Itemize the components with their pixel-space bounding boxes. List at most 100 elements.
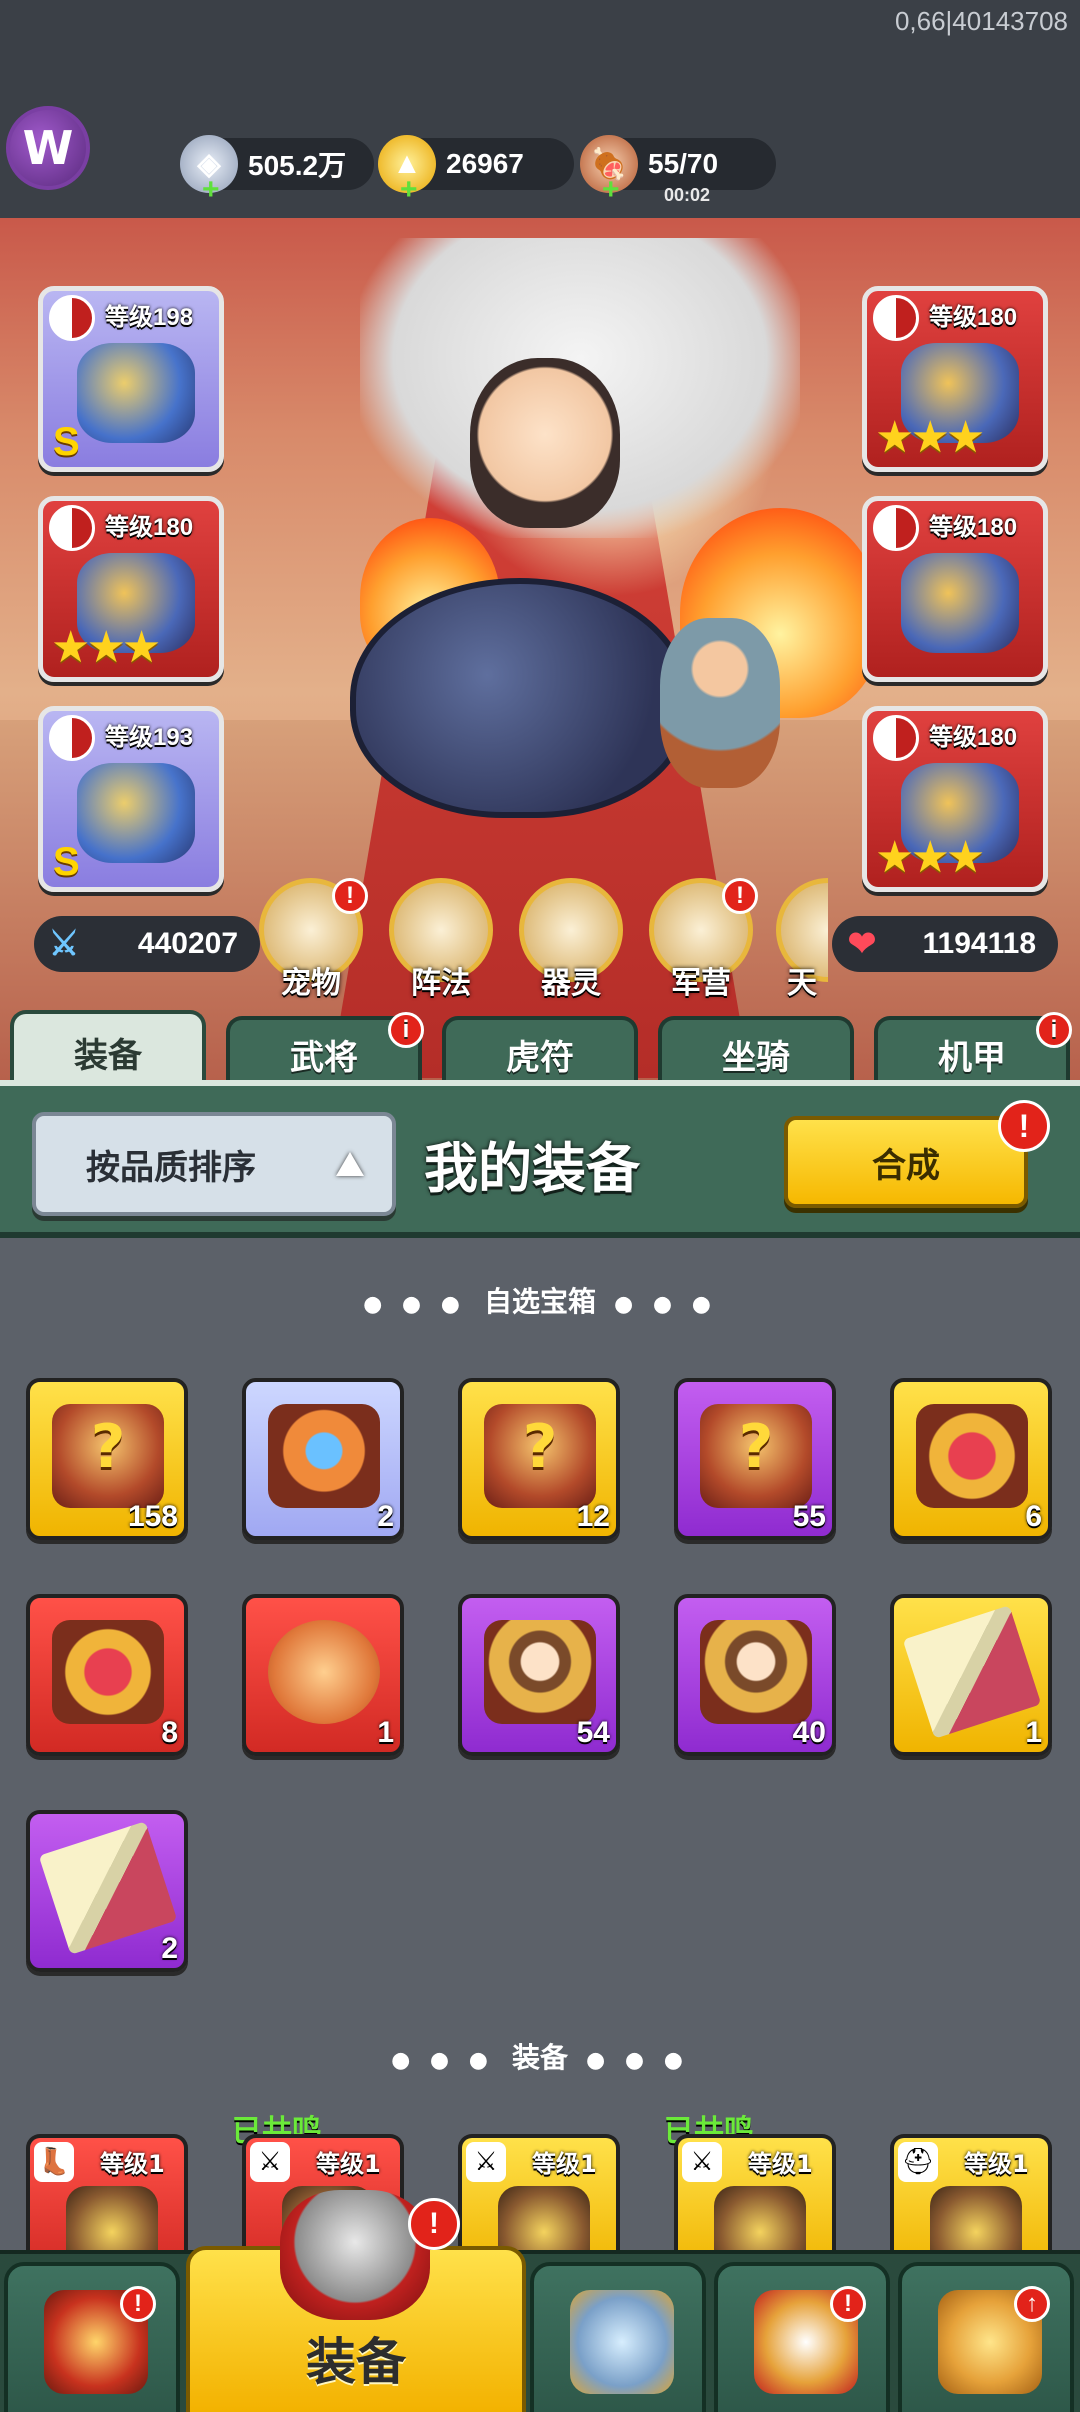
item-count: 40	[792, 1716, 826, 1749]
add-stamina-icon[interactable]: +	[602, 173, 620, 207]
sort-by-quality-button[interactable]: 按品质排序	[32, 1112, 396, 1216]
attack-value: 440207	[137, 927, 238, 960]
nav-upgrade[interactable]: ↑	[898, 2262, 1074, 2412]
feature-heaven[interactable]: 天	[776, 878, 828, 998]
slot-stars: ★★★	[51, 622, 161, 673]
tab-mecha[interactable]: 机甲 i	[874, 1012, 1072, 1088]
item-cell[interactable]: 8	[26, 1594, 188, 1756]
feature-label: 阵法	[411, 966, 471, 1001]
section-dots: ● ● ●	[614, 1292, 717, 1317]
tab-label: 机甲	[938, 1037, 1006, 1078]
equip-slot-left-2[interactable]: 等级180 ★★★	[38, 496, 224, 682]
item-count: 6	[1025, 1500, 1042, 1533]
feature-label: 宠物	[281, 966, 341, 1001]
silver-coin-icon: ◈ +	[180, 135, 238, 206]
feature-barracks[interactable]: 军营 !	[646, 878, 758, 1001]
puzzle-chest-icon	[52, 1620, 164, 1724]
feature-label: 天	[787, 966, 817, 998]
equip-slot-right-3[interactable]: 等级180 ★★★	[862, 706, 1048, 892]
item-cell[interactable]: 158	[26, 1378, 188, 1540]
triangle-up-icon	[336, 1152, 364, 1176]
section-title-chests: ● ● ● 自选宝箱 ● ● ●	[0, 1280, 1080, 1320]
slot-level: 等级180	[929, 514, 1018, 541]
helmet-icon	[280, 2190, 430, 2320]
nav-equipment[interactable]: ! 装备	[186, 2190, 526, 2412]
equip-slot-right-1[interactable]: 等级180 ★★★	[862, 286, 1048, 472]
section-title-equipment: ● ● ● 装备 ● ● ●	[0, 2036, 1080, 2076]
crossed-swords-icon	[570, 2290, 674, 2394]
item-count: 2	[161, 1932, 178, 1965]
section-label: 装备	[511, 2041, 568, 2074]
tab-label: 虎符	[506, 1037, 574, 1078]
merge-label: 合成	[872, 1145, 940, 1186]
silver-currency[interactable]: ◈ + 505.2万	[180, 135, 374, 206]
item-cell[interactable]: 2	[26, 1810, 188, 1972]
gold-currency[interactable]: ▲ + 26967	[378, 135, 574, 206]
item-cell[interactable]: 12	[458, 1378, 620, 1540]
item-count: 8	[161, 1716, 178, 1749]
item-cell[interactable]: 40	[674, 1594, 836, 1756]
stamina-timer: 00:02	[664, 185, 711, 205]
yin-yang-icon	[49, 715, 95, 761]
equipment-level: 等级1	[964, 2150, 1029, 2178]
tab-generals[interactable]: 武将 i	[226, 1012, 424, 1088]
tab-mount[interactable]: 坐骑	[658, 1016, 854, 1088]
equip-slot-left-1[interactable]: 等级198 S	[38, 286, 224, 472]
gold-amount: 26967	[446, 148, 524, 179]
nav-battle[interactable]	[530, 2262, 706, 2412]
page-title: 我的装备	[424, 1137, 640, 1200]
warrior-character	[660, 618, 780, 788]
sort-label: 按品质排序	[86, 1147, 256, 1188]
nav-summon[interactable]: !	[714, 2262, 890, 2412]
add-gold-icon[interactable]: +	[400, 173, 418, 207]
heart-icon: ❤	[847, 925, 877, 963]
game-screen: 0,66|40143708 W ◈ + 505.2万 ▲ + 26967 🍖 + 55…	[0, 0, 1080, 2412]
info-badge: i	[1036, 1012, 1072, 1048]
mystery-chest-icon	[700, 1404, 812, 1508]
equip-slot-right-2[interactable]: 等级180	[862, 496, 1048, 682]
nav-city[interactable]: !	[4, 2262, 180, 2412]
slot-level: 等级180	[929, 304, 1018, 331]
stamina-resource[interactable]: 🍖 + 55/70 00:02	[580, 135, 776, 206]
alert-badge: !	[332, 878, 368, 914]
sword-icon: ⚔	[682, 2142, 722, 2182]
mount-beast	[350, 578, 690, 818]
equip-slot-left-3[interactable]: 等级193 S	[38, 706, 224, 892]
item-count: 55	[792, 1500, 826, 1533]
item-count: 2	[377, 1500, 394, 1533]
slot-stars: ★★★	[875, 412, 985, 463]
item-cell[interactable]: 6	[890, 1378, 1052, 1540]
feature-formation[interactable]: 阵法	[386, 878, 496, 1001]
slot-level: 等级180	[929, 724, 1018, 751]
item-cell[interactable]: 2	[242, 1378, 404, 1540]
yin-yang-icon	[49, 505, 95, 551]
equipment-level: 等级1	[532, 2150, 597, 2178]
feature-artifact-spirit[interactable]: 器灵	[516, 878, 626, 1001]
tab-tiger-tally[interactable]: 虎符	[442, 1016, 638, 1088]
mystery-chest-icon	[52, 1404, 164, 1508]
feature-pet[interactable]: 宠物 !	[256, 878, 368, 1001]
tab-equipment[interactable]: 装备	[10, 1010, 206, 1090]
sword-icon: ⚔	[250, 2142, 290, 2182]
item-cell[interactable]: 54	[458, 1594, 620, 1756]
alert-badge: !	[408, 2198, 460, 2250]
puzzle-chest-icon	[916, 1404, 1028, 1508]
add-silver-icon[interactable]: +	[202, 173, 220, 207]
item-cell[interactable]: 1	[890, 1594, 1052, 1756]
item-cell[interactable]: 1	[242, 1594, 404, 1756]
item-count: 1	[1025, 1716, 1042, 1749]
merge-button[interactable]: 合成	[784, 1116, 1028, 1208]
item-cell[interactable]: 55	[674, 1378, 836, 1540]
hero-chest-icon	[484, 1620, 596, 1724]
yin-yang-icon	[873, 505, 919, 551]
upgrade-arrow-icon: ↑	[1014, 2286, 1050, 2322]
meat-icon: 🍖 +	[580, 135, 638, 206]
hero-character[interactable]	[470, 358, 620, 528]
yin-yang-icon	[873, 715, 919, 761]
app-logo-icon[interactable]: W	[6, 106, 90, 190]
item-count: 54	[576, 1716, 610, 1749]
hero-chest-icon	[700, 1620, 812, 1724]
helmet-icon	[77, 763, 195, 863]
sword-icon: ⚔	[466, 2142, 506, 2182]
nav-label: 装备	[306, 2333, 406, 2391]
